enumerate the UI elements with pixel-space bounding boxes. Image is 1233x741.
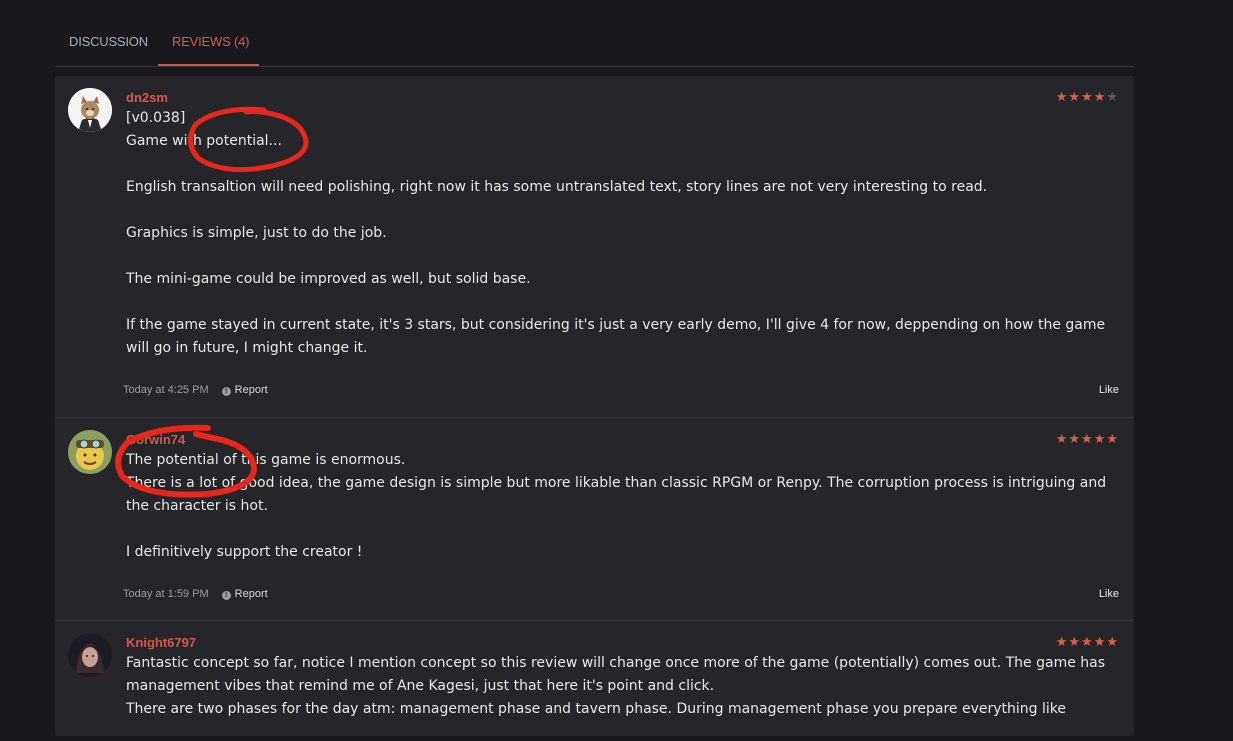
report-button[interactable]: ! Report <box>221 588 268 600</box>
star-icon: ★ <box>1081 89 1094 104</box>
review-body: The potential of this game is enormous. … <box>126 449 1121 564</box>
review-item: Knight6797 ★★★★★ Fantastic concept so fa… <box>55 621 1134 741</box>
reviews-panel: dn2sm ★★★★★ [v0.038] Game with potential… <box>55 76 1134 736</box>
active-tab-indicator <box>158 64 259 66</box>
star-icon: ★ <box>1068 89 1082 104</box>
review-line: Graphics is simple, just to do the job. <box>126 225 387 241</box>
rating-stars: ★★★★★ <box>1056 431 1119 447</box>
review-line: [v0.038] <box>126 110 186 126</box>
avatar[interactable] <box>68 430 112 474</box>
review-timestamp: Today at 1:59 PM <box>123 588 209 600</box>
review-timestamp: Today at 4:25 PM <box>123 384 209 396</box>
star-icon: ★ <box>1106 634 1119 649</box>
star-icon: ★ <box>1055 89 1069 104</box>
star-icon: ★ <box>1081 431 1094 446</box>
tab-bar: DISCUSSION REVIEWS (4) <box>55 0 1134 67</box>
review-line: I definitively support the creator ! <box>126 544 363 560</box>
review-body: [v0.038] Game with potential... English … <box>126 107 1121 360</box>
report-button[interactable]: ! Report <box>221 384 268 396</box>
tab-discussion[interactable]: DISCUSSION <box>69 34 148 49</box>
star-icon: ★ <box>1055 634 1069 649</box>
review-line: The mini-game could be improved as well,… <box>126 271 531 287</box>
tab-reviews[interactable]: REVIEWS (4) <box>172 34 249 49</box>
review-line: Fantastic concept so far, notice I menti… <box>126 655 1106 694</box>
review-line: The potential of this game is enormous. <box>126 452 406 468</box>
review-line: There are two phases for the day atm: ma… <box>126 701 1067 717</box>
info-icon: ! <box>221 387 231 396</box>
review-meta: Today at 1:59 PM ! Report <box>123 588 268 600</box>
star-icon: ★ <box>1068 431 1082 446</box>
star-icon: ★ <box>1106 89 1119 104</box>
review-body: Fantastic concept so far, notice I menti… <box>126 652 1121 721</box>
review-line: If the game stayed in current state, it'… <box>126 317 1106 356</box>
review-username[interactable]: Gorwin74 <box>126 432 185 447</box>
star-icon: ★ <box>1106 431 1119 446</box>
star-icon: ★ <box>1093 634 1107 649</box>
review-item: Gorwin74 ★★★★★ The potential of this gam… <box>55 418 1134 620</box>
star-icon: ★ <box>1055 431 1069 446</box>
review-meta: Today at 4:25 PM ! Report <box>123 384 268 396</box>
star-icon: ★ <box>1081 634 1094 649</box>
review-username[interactable]: dn2sm <box>126 90 168 105</box>
like-button[interactable]: Like <box>1099 588 1119 600</box>
review-item: dn2sm ★★★★★ [v0.038] Game with potential… <box>55 76 1134 417</box>
star-icon: ★ <box>1068 634 1082 649</box>
avatar[interactable] <box>68 88 112 132</box>
review-username[interactable]: Knight6797 <box>126 635 196 650</box>
avatar[interactable] <box>68 633 112 677</box>
review-line: Game with potential... <box>126 133 282 149</box>
info-icon: ! <box>221 591 231 600</box>
rating-stars: ★★★★★ <box>1056 634 1119 650</box>
review-line: There is a lot of good idea, the game de… <box>126 475 1107 514</box>
review-line: English transaltion will need polishing,… <box>126 179 988 195</box>
rating-stars: ★★★★★ <box>1056 89 1119 105</box>
like-button[interactable]: Like <box>1099 384 1119 396</box>
star-icon: ★ <box>1093 431 1107 446</box>
star-icon: ★ <box>1093 89 1107 104</box>
